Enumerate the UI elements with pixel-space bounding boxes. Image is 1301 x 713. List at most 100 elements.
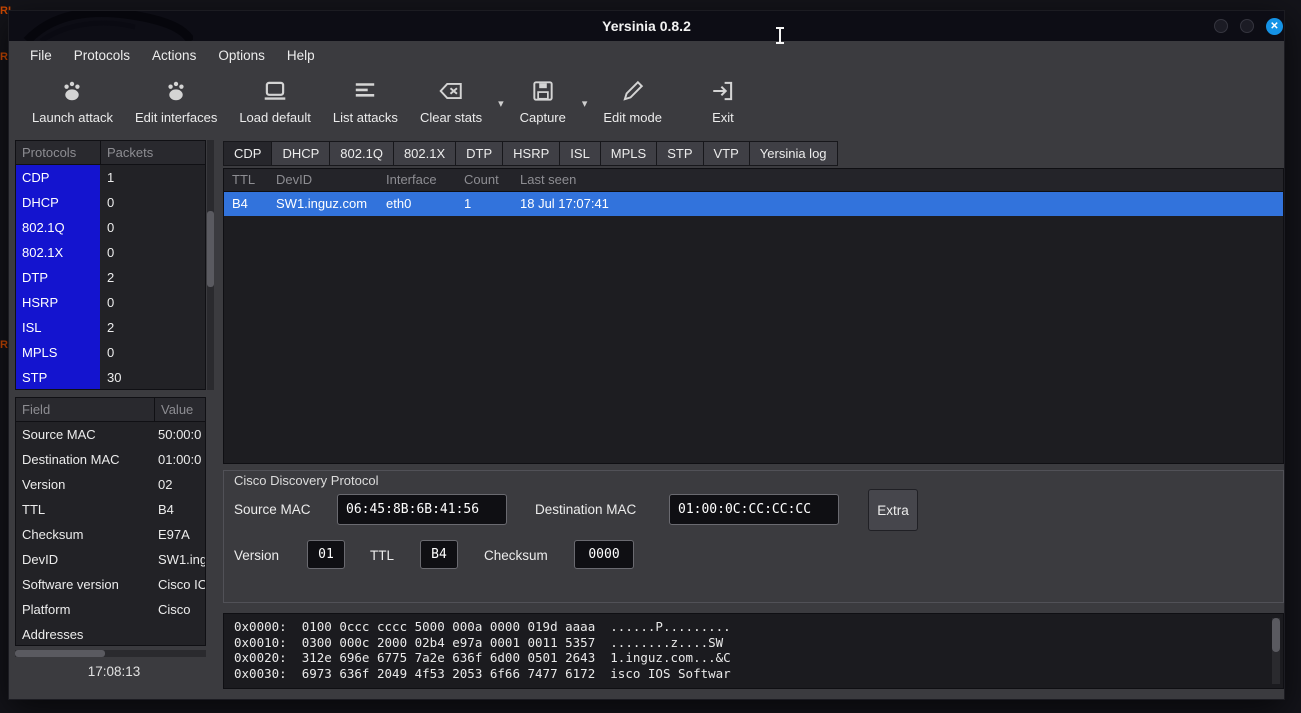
protocol-tabbar: CDP DHCP 802.1Q 802.1X DTP HSRP ISL MPLS…	[223, 141, 838, 166]
protocol-row[interactable]: DTP 2	[16, 265, 205, 290]
toolbar-button-list-attacks[interactable]: List attacks	[322, 73, 409, 129]
source-mac-input[interactable]	[337, 494, 507, 525]
ttl-cell: B4	[224, 192, 268, 216]
toolbar-button-load-default[interactable]: Load default	[228, 73, 322, 129]
tab-vtp[interactable]: VTP	[703, 141, 749, 166]
field-name-cell: DevID	[16, 547, 154, 572]
protocol-row[interactable]: ISL 2	[16, 315, 205, 340]
field-value-cell: 50:00:0	[154, 422, 205, 447]
tab-dhcp[interactable]: DHCP	[271, 141, 329, 166]
toolbar-label: List attacks	[333, 110, 398, 125]
field-row[interactable]: Software version Cisco IO	[16, 572, 205, 597]
destination-mac-input[interactable]	[669, 494, 839, 525]
interface-column-header[interactable]: Interface	[378, 169, 456, 191]
menu-options[interactable]: Options	[207, 44, 276, 67]
toolbar-label: Capture	[520, 110, 566, 125]
packet-count-cell: 30	[100, 365, 205, 390]
field-row[interactable]: DevID SW1.ing	[16, 547, 205, 572]
field-row[interactable]: Source MAC 50:00:0	[16, 422, 205, 447]
fields-scrollbar-thumb[interactable]	[15, 650, 105, 657]
checksum-input[interactable]	[574, 540, 634, 569]
packets-column-header[interactable]: Packets	[100, 141, 205, 164]
toolbar-button-clear-stats[interactable]: Clear stats	[409, 73, 493, 129]
field-name-cell: Version	[16, 472, 154, 497]
packet-count-cell: 0	[100, 290, 205, 315]
field-row[interactable]: Addresses	[16, 622, 205, 646]
ttl-column-header[interactable]: TTL	[224, 169, 268, 191]
packet-row-selected[interactable]: B4 SW1.inguz.com eth0 1 18 Jul 17:07:41	[224, 192, 1283, 216]
field-value-cell: 01:00:0	[154, 447, 205, 472]
tab-cdp[interactable]: CDP	[223, 141, 271, 166]
field-column-header[interactable]: Field	[16, 398, 154, 421]
toolbar-button-edit-mode[interactable]: Edit mode	[592, 73, 673, 129]
protocols-scrollbar[interactable]	[207, 140, 214, 390]
tab-yersinia-log[interactable]: Yersinia log	[749, 141, 838, 166]
wallpaper-dragon-decoration	[23, 11, 193, 41]
protocol-row[interactable]: DHCP 0	[16, 190, 205, 215]
protocol-row[interactable]: STP 30	[16, 365, 205, 390]
tab-isl[interactable]: ISL	[559, 141, 600, 166]
tab-stp[interactable]: STP	[656, 141, 702, 166]
field-row[interactable]: Destination MAC 01:00:0	[16, 447, 205, 472]
protocols-scrollbar-thumb[interactable]	[207, 211, 214, 287]
packet-count-cell: 0	[100, 340, 205, 365]
field-row[interactable]: TTL B4	[16, 497, 205, 522]
protocol-row[interactable]: CDP 1	[16, 165, 205, 190]
tab-8021x[interactable]: 802.1X	[393, 141, 455, 166]
tab-dtp[interactable]: DTP	[455, 141, 502, 166]
field-name-cell: Platform	[16, 597, 154, 622]
hex-scrollbar-thumb[interactable]	[1272, 618, 1280, 652]
field-name-cell: Software version	[16, 572, 154, 597]
clear-backspace-icon	[438, 77, 464, 105]
field-value-cell	[154, 622, 205, 646]
text-cursor	[779, 27, 781, 44]
window-minimize-button[interactable]	[1214, 19, 1228, 33]
window-maximize-button[interactable]	[1240, 19, 1254, 33]
fields-table-header: Field Value	[16, 398, 205, 422]
count-column-header[interactable]: Count	[456, 169, 512, 191]
source-mac-label: Source MAC	[234, 502, 311, 517]
tab-hsrp[interactable]: HSRP	[502, 141, 559, 166]
protocols-table: Protocols Packets CDP 1 DHCP 0 802.1Q 0 …	[15, 140, 206, 390]
toolbar-button-launch-attack[interactable]: Launch attack	[21, 73, 124, 129]
packet-count-cell: 2	[100, 315, 205, 340]
packet-count-cell: 1	[100, 165, 205, 190]
version-input[interactable]	[307, 540, 345, 569]
menu-protocols[interactable]: Protocols	[63, 44, 141, 67]
ttl-label: TTL	[370, 548, 394, 563]
field-row[interactable]: Version 02	[16, 472, 205, 497]
menu-actions[interactable]: Actions	[141, 44, 207, 67]
capture-dropdown-arrow[interactable]: ▾	[577, 97, 593, 110]
hex-dump-line: 0x0000: 0100 0ccc cccc 5000 000a 0000 01…	[224, 619, 1283, 635]
value-column-header[interactable]: Value	[154, 398, 205, 421]
field-value-cell: B4	[154, 497, 205, 522]
menubar: File Protocols Actions Options Help	[9, 41, 1284, 69]
devid-column-header[interactable]: DevID	[268, 169, 378, 191]
toolbar-button-edit-interfaces[interactable]: Edit interfaces	[124, 73, 228, 129]
field-row[interactable]: Checksum E97A	[16, 522, 205, 547]
clear-stats-dropdown-arrow[interactable]: ▾	[493, 97, 509, 110]
protocol-name-cell: MPLS	[16, 340, 100, 365]
last-seen-column-header[interactable]: Last seen	[512, 169, 1283, 191]
toolbar-button-capture[interactable]: Capture	[509, 73, 577, 129]
menu-file[interactable]: File	[19, 44, 63, 67]
field-row[interactable]: Platform Cisco	[16, 597, 205, 622]
protocols-column-header[interactable]: Protocols	[16, 141, 100, 164]
extra-button[interactable]: Extra	[868, 489, 918, 531]
toolbar-button-exit[interactable]: Exit	[699, 73, 747, 129]
ttl-input[interactable]	[420, 540, 458, 569]
tab-8021q[interactable]: 802.1Q	[329, 141, 393, 166]
protocol-row[interactable]: 802.1X 0	[16, 240, 205, 265]
last-seen-cell: 18 Jul 17:07:41	[512, 192, 1283, 216]
field-value-cell: SW1.ing	[154, 547, 205, 572]
window-close-button[interactable]: ✕	[1266, 18, 1283, 35]
tab-mpls[interactable]: MPLS	[600, 141, 656, 166]
menu-help[interactable]: Help	[276, 44, 326, 67]
protocol-row[interactable]: MPLS 0	[16, 340, 205, 365]
fields-horizontal-scrollbar[interactable]	[15, 650, 206, 657]
titlebar[interactable]: Yersinia 0.8.2 ✕	[9, 11, 1284, 41]
protocol-row[interactable]: HSRP 0	[16, 290, 205, 315]
protocol-row[interactable]: 802.1Q 0	[16, 215, 205, 240]
hex-scrollbar[interactable]	[1272, 618, 1280, 684]
packet-count-cell: 0	[100, 215, 205, 240]
